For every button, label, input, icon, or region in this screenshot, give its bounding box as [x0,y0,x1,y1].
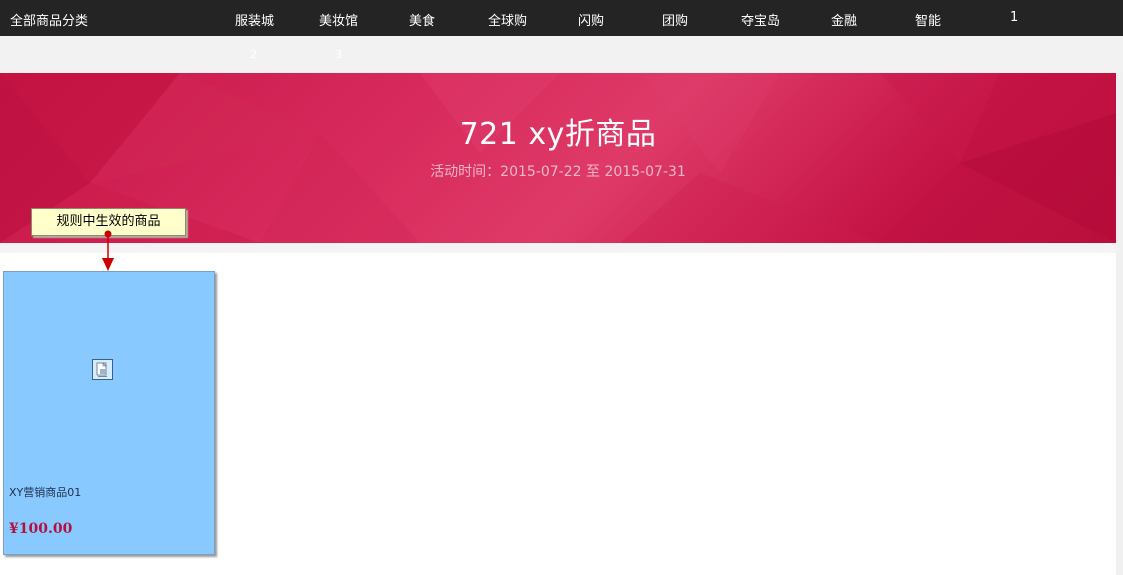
nav-item-treasure-island[interactable]: 夺宝岛 [741,10,780,29]
scrollbar-track[interactable] [1116,73,1123,575]
nav-item-clothing[interactable]: 服装城 [235,10,274,29]
annotation-arrow [102,230,114,271]
promotion-time: 活动时间：2015-07-22 至 2015-07-31 [430,164,686,180]
sub-nav-item-3[interactable]: 3 [335,48,342,61]
nav-item-smart[interactable]: 智能 [915,10,941,29]
product-price: ¥100.00 [9,521,73,537]
promotion-title: 721 xy折商品 [459,117,657,152]
nav-item-food[interactable]: 美食 [409,10,435,29]
sub-navigation: 2 3 [0,36,1123,73]
banner-bottom-strip [0,243,1116,253]
sub-nav-item-2[interactable]: 2 [250,48,257,61]
all-categories-menu[interactable]: 全部商品分类 [10,10,88,29]
nav-item-finance[interactable]: 金融 [831,10,857,29]
product-card[interactable]: XY营销商品01 ¥100.00 [3,271,215,555]
nav-item-1[interactable]: 1 [1010,10,1018,25]
broken-image-icon [92,359,113,380]
nav-item-beauty[interactable]: 美妆馆 [319,10,358,29]
top-navigation: 全部商品分类 服装城 美妆馆 美食 全球购 闪购 团购 夺宝岛 金融 智能 1 [0,0,1123,36]
nav-item-flash-sale[interactable]: 闪购 [578,10,604,29]
nav-item-group-buy[interactable]: 团购 [662,10,688,29]
nav-item-global[interactable]: 全球购 [488,10,527,29]
product-name[interactable]: XY营销商品01 [9,484,81,500]
